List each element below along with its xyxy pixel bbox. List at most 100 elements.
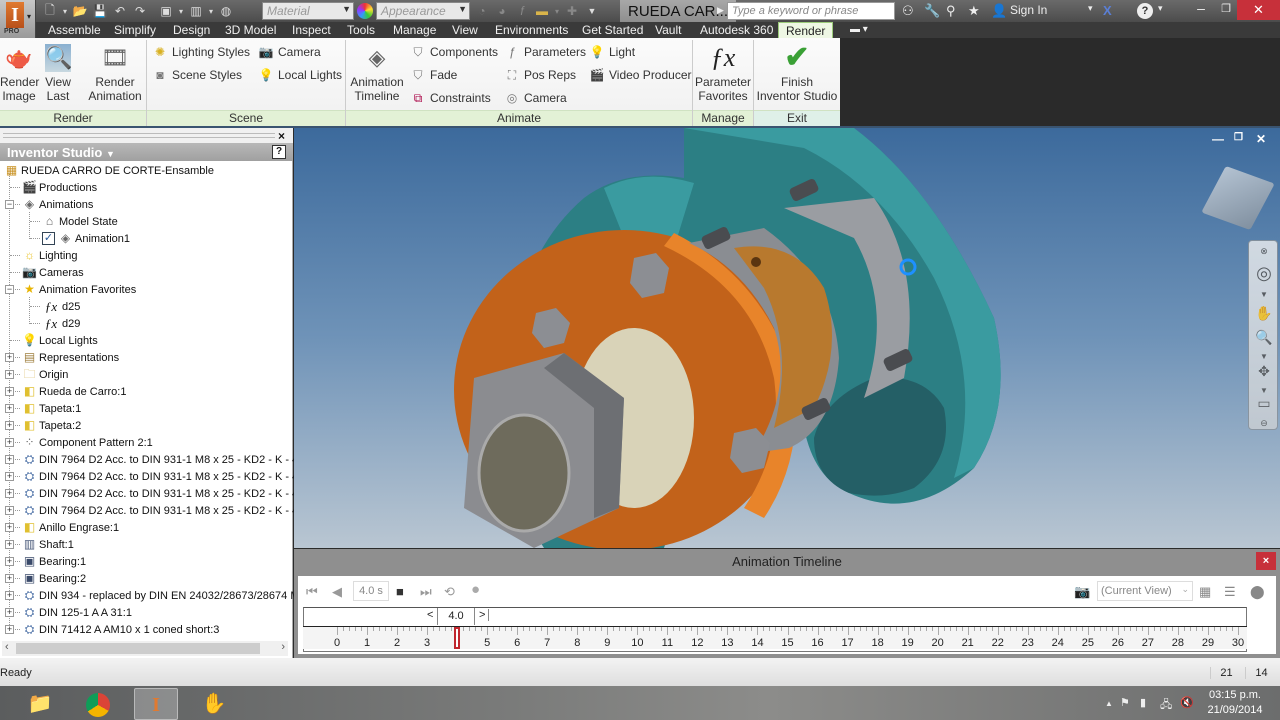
expand-icon[interactable]: + [5, 387, 14, 396]
exchange-icon[interactable]: X [1103, 3, 1112, 18]
tab-get-started[interactable]: Get Started [582, 22, 643, 38]
browser-horizontal-scrollbar[interactable]: ‹ › [2, 641, 288, 656]
chevron-down-icon[interactable]: ▾ [1158, 3, 1163, 14]
tree-item[interactable]: ◧ Tapeta:1 [22, 400, 81, 417]
viewport-minimize-button[interactable]: — [1212, 132, 1224, 146]
tree-root[interactable]: ▦ RUEDA CARRO DE CORTE-Ensamble [4, 162, 214, 179]
tab-environments[interactable]: Environments [495, 22, 568, 38]
scene-styles-button[interactable]: ◙ Scene Styles [152, 67, 242, 83]
pan-icon[interactable]: ✋ [1254, 303, 1274, 323]
animate-camera-button[interactable]: ◎ Camera [504, 90, 567, 106]
viewport-close-button[interactable]: ✕ [1256, 132, 1266, 146]
appearance-combo[interactable]: Appearance ▼ [376, 2, 470, 20]
new-icon[interactable]: 🗋 [42, 1, 58, 22]
tab-assemble[interactable]: Assemble [48, 22, 101, 38]
tree-item[interactable]: ⛭ DIN 7964 D2 Acc. to DIN 931-1 M8 x 25 -… [22, 468, 308, 485]
chevron-down-icon[interactable]: ▾ [554, 7, 560, 16]
animation-timeline-button[interactable]: ◈ Animation Timeline [348, 44, 406, 103]
previous-time-button[interactable]: < [427, 609, 433, 621]
tree-item[interactable]: ◈ Animations [22, 196, 94, 213]
expand-icon[interactable]: + [5, 608, 14, 617]
chevron-right-icon[interactable]: ▶ [717, 5, 724, 16]
record-icon[interactable]: ● [471, 581, 480, 598]
tree-item[interactable]: ƒx d29 [42, 315, 81, 332]
tree-item[interactable]: ▥ Shaft:1 [22, 536, 74, 553]
tree-item[interactable]: ◧ Tapeta:2 [22, 417, 81, 434]
taskbar-screen-recorder[interactable]: ✋ [192, 688, 236, 720]
binoculars-icon[interactable]: ⚇ [902, 3, 914, 19]
power-icon[interactable]: ▮ [1140, 696, 1146, 709]
clock-date[interactable]: 21/09/2014 [1200, 704, 1270, 716]
tab-view[interactable]: View [452, 22, 478, 38]
network-icon[interactable]: 🖧 [1160, 696, 1172, 715]
expand-icon[interactable]: + [5, 574, 14, 583]
user-icon[interactable]: 👤 [991, 3, 1007, 19]
tree-item[interactable]: ✓ ◈ Animation1 [42, 230, 130, 247]
tree-item[interactable]: ƒx d25 [42, 298, 81, 315]
expand-icon[interactable]: + [5, 625, 14, 634]
action-center-icon[interactable]: ⚑ [1120, 696, 1130, 709]
stop-icon[interactable]: ■ [396, 584, 404, 599]
finish-inventor-studio-button[interactable]: ✔ Finish Inventor Studio [755, 43, 839, 104]
window-close-button[interactable]: ✕ [1237, 0, 1280, 20]
tab-render[interactable]: Render [778, 22, 834, 39]
constraints-button[interactable]: ⧉ Constraints [410, 90, 491, 106]
expand-action-editor-icon[interactable]: ⬤ [1250, 584, 1265, 600]
plus-icon[interactable]: ✚ [564, 4, 580, 18]
time-field[interactable]: 4.0 s [353, 581, 389, 601]
taskbar-file-explorer[interactable]: 📁 [18, 688, 62, 720]
application-menu-button[interactable]: I PRO ▾ [0, 0, 36, 38]
collapse-icon[interactable]: − [5, 200, 14, 209]
adjust-icon[interactable]: ◔ [474, 4, 490, 18]
fx-icon[interactable]: f [514, 4, 530, 18]
go-to-start-icon[interactable]: ⏮ [306, 584, 318, 600]
clock-time[interactable]: 03:15 p.m. [1205, 689, 1265, 701]
taskbar-inventor[interactable]: I [134, 688, 178, 720]
go-to-end-icon[interactable]: ⏭ [420, 584, 432, 600]
expand-icon[interactable]: + [5, 472, 14, 481]
repeat-icon[interactable]: ⟲ [444, 584, 455, 600]
close-icon[interactable]: ⊗ [1254, 241, 1274, 261]
save-icon[interactable]: 💾 [92, 4, 108, 18]
look-at-icon[interactable]: ▭ [1254, 393, 1274, 413]
parameter-favorites-button[interactable]: ƒx Parameter Favorites [694, 44, 752, 104]
pos-reps-button[interactable]: ⛶ Pos Reps [504, 67, 576, 83]
timeline-close-button[interactable]: × [1256, 552, 1276, 570]
parameters-button[interactable]: ƒ Parameters [504, 44, 586, 60]
playhead-slider[interactable] [454, 627, 461, 649]
video-producer-button[interactable]: 🎬 Video Producer [589, 67, 692, 83]
taskbar-chrome[interactable] [76, 688, 120, 720]
tree-item[interactable]: 🗀 Origin [22, 366, 68, 383]
scroll-left-icon[interactable]: ‹ [5, 641, 9, 653]
zoom-icon[interactable]: 🔍 [1254, 327, 1274, 347]
tree-item[interactable]: ▣ Bearing:2 [22, 570, 86, 587]
update-icon[interactable]: ▣ [158, 4, 174, 18]
tab-3d-model[interactable]: 3D Model [225, 22, 276, 38]
checkbox-checked-icon[interactable]: ✓ [42, 232, 55, 245]
tree-item[interactable]: ◧ Rueda de Carro:1 [22, 383, 127, 400]
add-camera-icon[interactable]: 📷 [1074, 584, 1090, 600]
tab-autodesk-360[interactable]: Autodesk 360 [700, 22, 773, 38]
search-input[interactable]: Type a keyword or phrase [727, 2, 895, 20]
viewport-restore-button[interactable]: ❐ [1234, 132, 1243, 143]
sign-in-button[interactable]: Sign In [1010, 3, 1047, 17]
components-button[interactable]: ⛉ Components [410, 44, 498, 60]
tree-item[interactable]: ⁘ Component Pattern 2:1 [22, 434, 152, 451]
tab-inspect[interactable]: Inspect [292, 22, 331, 38]
color-override-icon[interactable]: ◍ [218, 4, 234, 18]
reverse-icon[interactable]: ◀ [332, 584, 342, 600]
redo-icon[interactable]: ↷ [132, 4, 148, 18]
fade-button[interactable]: ⛉ Fade [410, 67, 457, 83]
expand-icon[interactable]: + [5, 540, 14, 549]
expand-icon[interactable]: + [5, 353, 14, 362]
graphics-viewport[interactable]: — ❐ ✕ [294, 128, 1280, 548]
subscription-icon[interactable]: ⚲ [946, 3, 956, 19]
camera-select[interactable]: (Current View) ⌄ [1097, 581, 1193, 601]
tree-item[interactable]: ⛭ DIN 71412 A AM10 x 1 coned short:3 [22, 621, 220, 638]
orbit-icon[interactable]: ✥ [1254, 361, 1274, 381]
material-combo[interactable]: Material ▼ [262, 2, 354, 20]
help-icon[interactable]: ? [1137, 3, 1153, 19]
clear-icon[interactable]: ◕ [494, 4, 510, 18]
measure-icon[interactable]: ▬ [534, 4, 550, 18]
tab-tools[interactable]: Tools [347, 22, 375, 38]
